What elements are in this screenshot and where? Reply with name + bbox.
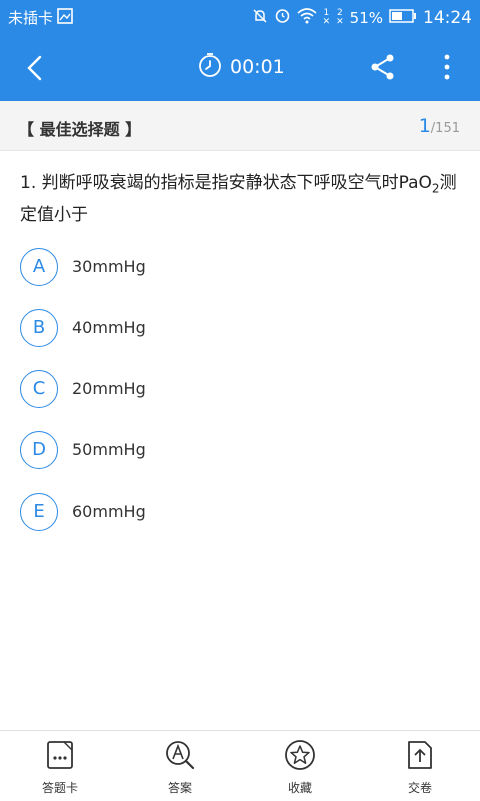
signal-icon: 2 ✕ — [336, 7, 344, 27]
clock: 14:24 — [423, 7, 472, 28]
question-type-label: 【 最佳选择题 】 — [18, 120, 142, 139]
tab-favorite[interactable]: 收藏 — [240, 739, 360, 797]
tab-label: 答题卡 — [41, 781, 78, 795]
option-text: 30mmHg — [72, 257, 146, 276]
tab-submit[interactable]: 交卷 — [360, 739, 480, 797]
question-text-before: 1. 判断呼吸衰竭的指标是指安静状态下呼吸空气时PaO — [20, 173, 432, 193]
status-left: 未插卡 — [8, 7, 73, 28]
tab-label: 答案 — [167, 781, 192, 795]
sim1-label: 1 — [323, 7, 330, 18]
option-e[interactable]: E 60mmHg — [20, 493, 460, 533]
exam-timer: 00:01 — [198, 52, 285, 83]
option-a[interactable]: A 30mmHg — [20, 248, 460, 288]
question-type-bar: 【 最佳选择题 】 1/151 — [0, 101, 480, 151]
timer-value: 00:01 — [230, 56, 285, 78]
signal-icon: 1 ✕ — [322, 7, 331, 27]
tab-answer[interactable]: 答案 — [120, 739, 240, 797]
bottom-tab-bar: 答题卡 答案 收藏 交卷 — [0, 730, 480, 801]
wifi-icon — [297, 7, 317, 28]
option-letter: B — [20, 309, 58, 347]
option-text: 50mmHg — [72, 440, 146, 459]
battery-percent: 51% — [349, 8, 383, 27]
more-icon[interactable] — [437, 53, 457, 81]
question-subscript: 2 — [431, 181, 440, 196]
option-d[interactable]: D 50mmHg — [20, 431, 460, 471]
image-icon — [57, 7, 73, 28]
answer-sheet-icon — [44, 739, 76, 771]
option-letter: A — [20, 248, 58, 286]
option-letter: D — [20, 431, 58, 469]
back-arrow-icon[interactable] — [20, 53, 50, 83]
current-question-number: 1 — [418, 115, 431, 137]
question-text: 1. 判断呼吸衰竭的指标是指安静状态下呼吸空气时PaO2测定值小于 — [20, 170, 460, 229]
submit-icon — [404, 739, 436, 771]
top-toolbar: 00:01 — [0, 33, 480, 101]
alarm-icon — [274, 7, 291, 28]
option-text: 60mmHg — [72, 502, 146, 521]
option-b[interactable]: B 40mmHg — [20, 309, 460, 349]
total-questions: /151 — [430, 121, 460, 136]
carrier-label: 未插卡 — [8, 9, 54, 27]
star-icon — [284, 739, 316, 771]
answer-search-icon — [164, 739, 196, 771]
tab-label: 收藏 — [287, 781, 312, 795]
tab-answer-sheet[interactable]: 答题卡 — [0, 739, 120, 797]
option-c[interactable]: C 20mmHg — [20, 370, 460, 410]
option-text: 20mmHg — [72, 379, 146, 398]
share-icon[interactable] — [370, 53, 396, 81]
timer-icon — [198, 52, 222, 83]
option-text: 40mmHg — [72, 318, 146, 337]
status-bar: 未插卡 1 ✕ 2 ✕ 51% 14:24 — [0, 0, 480, 33]
status-right: 1 ✕ 2 ✕ 51% 14:24 — [252, 7, 472, 28]
option-letter: C — [20, 370, 58, 408]
option-letter: E — [20, 493, 58, 531]
battery-icon — [389, 8, 417, 27]
mute-icon — [252, 8, 268, 28]
sim2-label: 2 — [337, 7, 343, 18]
tab-label: 交卷 — [407, 781, 432, 795]
question-counter: 1/151 — [419, 115, 460, 137]
